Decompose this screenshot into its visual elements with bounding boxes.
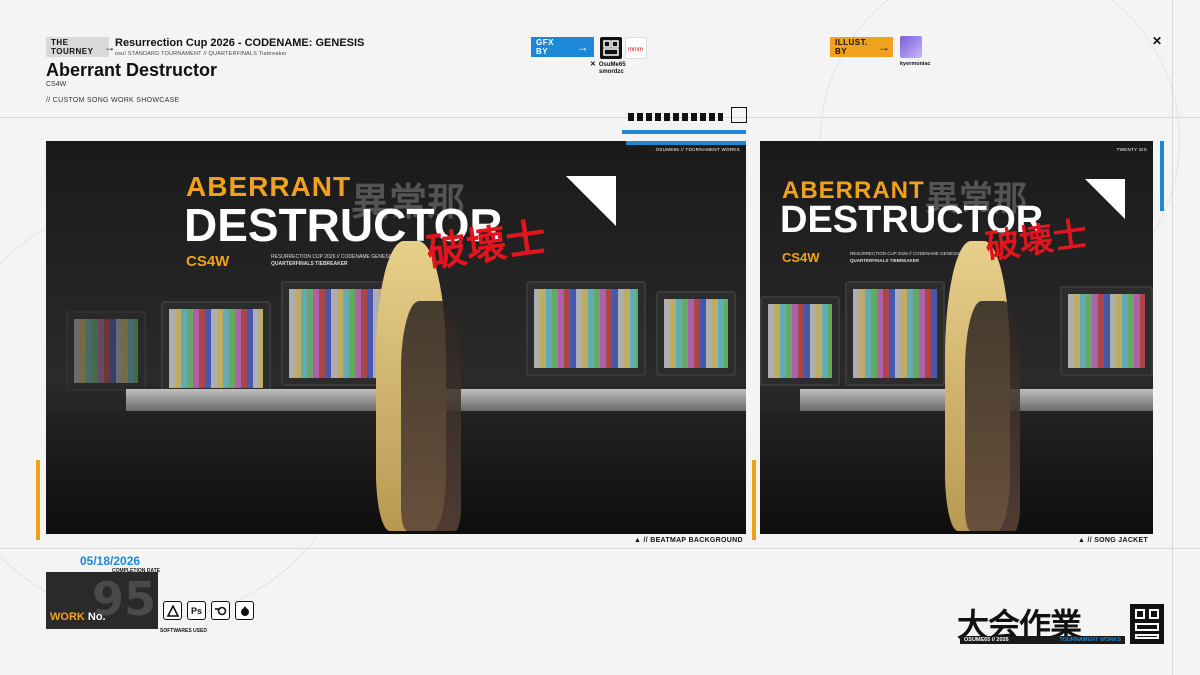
work-number-box: 95 WORK No. — [46, 572, 158, 629]
gfx-avatar — [600, 37, 622, 59]
tv-set — [526, 281, 646, 376]
tourney-tag-label: THE TOURNEY — [51, 38, 94, 56]
beatmap-background-caption: ▲ // BEATMAP BACKGROUND — [634, 537, 743, 544]
illust-name: kyermoniac — [900, 61, 931, 67]
illust-avatar — [900, 36, 922, 58]
frame-label: OSUME65 // TOURNAMENT WORKS — [655, 147, 740, 152]
panel-right-orange-edge — [752, 460, 756, 540]
artwork-cs4w: CS4W — [186, 253, 230, 270]
artwork-subline-1: RESURRECTION CUP 2026 // CODENAME GENESI… — [271, 254, 394, 260]
tv-set — [1060, 286, 1153, 376]
panel-right-blue-edge — [1160, 141, 1164, 211]
brand-bar: OSUME65 // 2026 TOURNAMENT WORKS — [960, 636, 1125, 644]
bg-divider — [0, 548, 1200, 549]
panel-left-blue-edge — [622, 130, 746, 134]
artwork-triangle-icon — [1085, 179, 1125, 219]
blender-icon — [211, 601, 230, 620]
tourney-tag: THE TOURNEY → — [46, 37, 115, 57]
page-title: Aberrant Destructor — [46, 60, 218, 80]
bg-divider — [0, 117, 1200, 118]
gfx-tag-label: GFX BY — [536, 38, 554, 56]
tourney-title: Resurrection Cup 2026 - CODENAME: GENESI… — [115, 37, 365, 49]
brand-right-text: TOURNAMENT WORKS — [1059, 637, 1121, 643]
deco-square-icon — [731, 107, 747, 123]
artwork-subline-1: RESURRECTION CUP 2026 // CODENAME GENESI… — [850, 251, 961, 256]
affinity-icon — [163, 601, 182, 620]
photoshop-icon: Ps — [187, 601, 206, 620]
brand-left-text: OSUME65 // 2026 — [964, 637, 1009, 643]
panel-left-orange-edge — [36, 460, 40, 540]
artwork-cs4w: CS4W — [782, 250, 820, 265]
tv-set — [161, 301, 271, 396]
illust-tag-label: ILLUST. BY — [835, 38, 868, 56]
artist-name: CS4W — [46, 81, 67, 88]
frame-label: TWENTY SIX — [1116, 147, 1147, 152]
artwork-triangle-icon — [566, 176, 616, 226]
arrow-right-icon: → — [877, 39, 891, 54]
gfx-name-1: OsuMe65 — [598, 62, 626, 68]
frame-accent-blue — [626, 141, 746, 145]
gfx-avatar-2: mmm — [625, 37, 647, 59]
gfx-tag: GFX BY → — [531, 37, 594, 57]
svg-text:mmm: mmm — [628, 47, 643, 53]
character-body — [401, 301, 461, 531]
krita-icon — [235, 601, 254, 620]
tv-set — [760, 296, 840, 386]
close-icon: ✕ — [1152, 34, 1163, 48]
x-logo-icon: ✕ — [590, 61, 596, 68]
showcase-label: // CUSTOM SONG WORK SHOWCASE — [46, 97, 180, 104]
gfx-name-2: smordzc — [599, 69, 624, 75]
bg-divider — [1172, 0, 1173, 675]
tourney-subtitle: osu! STANDARD TOURNAMENT // QUARTERFINAL… — [115, 51, 287, 57]
tv-set — [656, 291, 736, 376]
tv-set — [66, 311, 146, 391]
character-body — [965, 301, 1020, 531]
song-jacket-panel: 異常那 ABERRANT DESTRUCTOR 破壊士 CS4W RESURRE… — [760, 141, 1153, 534]
brand-logo-icon — [1130, 604, 1164, 644]
software-label: SOFTWARES USED — [160, 628, 207, 634]
artwork-subline-2: QUARTERFINALS TIEBREAKER — [850, 258, 920, 263]
gfx-credit: ✕ OsuMe65 smordzc — [590, 61, 626, 76]
tv-set — [845, 281, 945, 386]
work-label: WORK No. — [50, 611, 106, 623]
work-label-text: WORK — [50, 611, 85, 623]
song-jacket-caption: ▲ // SONG JACKET — [1078, 537, 1149, 544]
illust-tag: ILLUST. BY → — [830, 37, 893, 57]
work-label-no: No. — [87, 611, 106, 623]
artwork-subline-2: QUARTERFINALS TIEBREAKER — [271, 261, 348, 267]
photoshop-label: Ps — [190, 605, 202, 616]
beatmap-background-panel: 異常那 ABERRANT DESTRUCTOR 破壊士 CS4W RESURRE… — [46, 141, 746, 534]
completion-date: 05/18/2026 — [80, 554, 141, 568]
arrow-right-icon: → — [576, 39, 589, 54]
deco-bars — [628, 113, 723, 121]
